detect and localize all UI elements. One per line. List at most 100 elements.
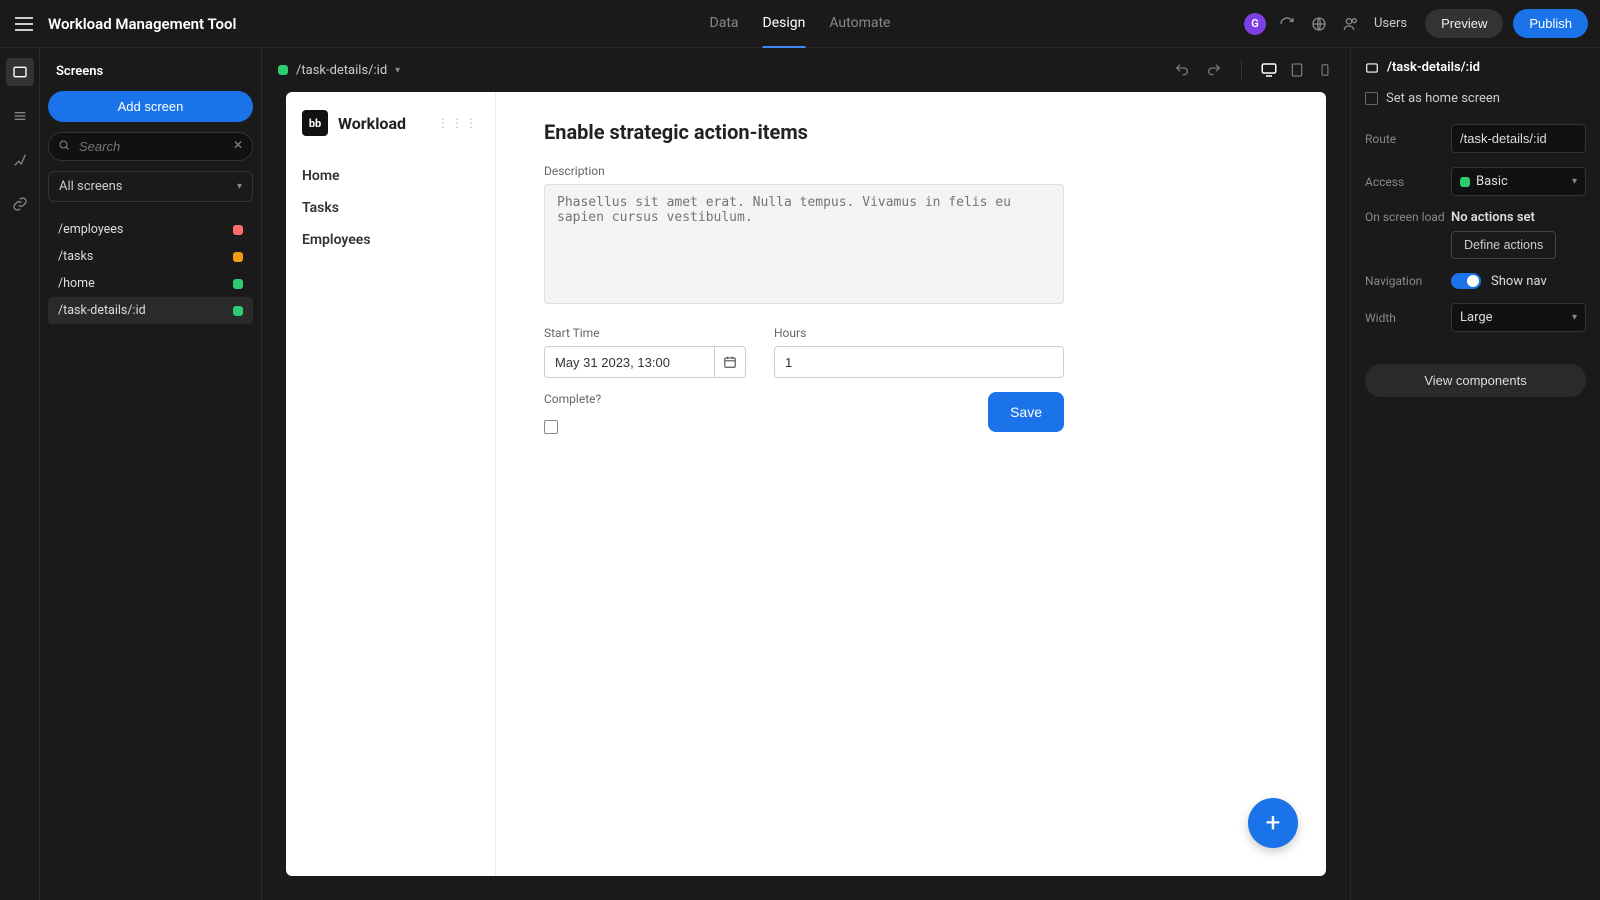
drag-handle-icon[interactable]: ⋮⋮⋮ — [437, 116, 479, 130]
globe-icon[interactable] — [1308, 13, 1330, 35]
toolbar-divider — [1241, 60, 1242, 80]
calendar-icon[interactable] — [714, 346, 746, 378]
rail-list-icon[interactable] — [6, 102, 34, 130]
chevron-down-icon: ▾ — [1572, 176, 1577, 187]
screen-item-label: /task-details/:id — [58, 303, 146, 318]
nav-employees[interactable]: Employees — [302, 224, 479, 256]
brand-logo: bb — [302, 110, 328, 136]
screen-item-dot — [233, 252, 243, 262]
inspector-panel: /task-details/:id Set as home screen Rou… — [1350, 48, 1600, 900]
tab-data[interactable]: Data — [710, 0, 739, 48]
show-nav-toggle[interactable] — [1451, 273, 1481, 289]
tab-automate[interactable]: Automate — [829, 0, 890, 48]
screens-panel-title: Screens — [48, 60, 253, 91]
users-icon[interactable] — [1340, 13, 1362, 35]
screen-item-employees[interactable]: /employees — [48, 216, 253, 243]
screens-filter-select[interactable]: All screens ▾ — [48, 171, 253, 202]
route-dot — [278, 65, 288, 75]
device-mobile-icon[interactable] — [1316, 61, 1334, 79]
users-label[interactable]: Users — [1374, 16, 1407, 31]
center-toolbar: /task-details/:id ▾ — [262, 48, 1350, 92]
brand-name: Workload — [338, 114, 406, 133]
top-bar: Workload Management Tool Data Design Aut… — [0, 0, 1600, 48]
design-canvas: bb Workload ⋮⋮⋮ Home Tasks Employees Ena… — [286, 92, 1326, 876]
chevron-down-icon: ▾ — [1572, 312, 1577, 323]
set-home-label: Set as home screen — [1386, 91, 1500, 106]
screens-filter-value: All screens — [59, 179, 123, 194]
inspector-header: /task-details/:id — [1365, 60, 1586, 75]
complete-checkbox[interactable] — [544, 420, 558, 434]
set-home-screen[interactable]: Set as home screen — [1365, 91, 1586, 106]
chevron-down-icon: ▾ — [395, 65, 400, 76]
width-select[interactable]: Large ▾ — [1451, 303, 1586, 332]
form-title: Enable strategic action-items — [544, 120, 1278, 144]
rail-link-icon[interactable] — [6, 190, 34, 218]
description-label: Description — [544, 164, 1278, 178]
access-prop-label: Access — [1365, 175, 1451, 189]
device-desktop-icon[interactable] — [1260, 61, 1278, 79]
screen-icon — [1365, 61, 1379, 75]
screen-item-dot — [233, 225, 243, 235]
screen-item-task-details[interactable]: /task-details/:id — [48, 297, 253, 324]
icon-rail — [0, 48, 40, 900]
avatar[interactable]: G — [1244, 13, 1266, 35]
redo-icon[interactable] — [1205, 61, 1223, 79]
undo-icon[interactable] — [1173, 61, 1191, 79]
screen-item-label: /tasks — [58, 249, 93, 264]
preview-button[interactable]: Preview — [1425, 9, 1503, 38]
no-actions-text: No actions set — [1451, 210, 1586, 225]
start-time-input[interactable] — [544, 346, 714, 378]
view-components-button[interactable]: View components — [1365, 364, 1586, 397]
inspector-route: /task-details/:id — [1387, 60, 1480, 75]
rail-theme-icon[interactable] — [6, 146, 34, 174]
center-area: /task-details/:id ▾ — [262, 48, 1350, 900]
complete-label: Complete? — [544, 392, 601, 406]
navigation-prop-label: Navigation — [1365, 274, 1451, 288]
app-title: Workload Management Tool — [48, 15, 236, 33]
show-nav-label: Show nav — [1491, 274, 1547, 289]
access-select[interactable]: Basic ▾ — [1451, 167, 1586, 196]
nav-tasks[interactable]: Tasks — [302, 192, 479, 224]
hours-label: Hours — [774, 326, 1064, 340]
screen-item-dot — [233, 279, 243, 289]
add-component-fab[interactable]: + — [1248, 798, 1298, 848]
route-prop-label: Route — [1365, 132, 1451, 146]
route-input[interactable] — [1451, 124, 1586, 153]
menu-icon[interactable] — [12, 12, 36, 36]
nav-home[interactable]: Home — [302, 160, 479, 192]
clear-search-icon[interactable]: ✕ — [233, 138, 243, 152]
device-tablet-icon[interactable] — [1288, 61, 1306, 79]
sync-icon[interactable] — [1276, 13, 1298, 35]
search-icon — [58, 139, 70, 151]
screens-search: ✕ — [48, 132, 253, 161]
set-home-checkbox[interactable] — [1365, 92, 1378, 105]
canvas-sidebar: bb Workload ⋮⋮⋮ Home Tasks Employees — [286, 92, 496, 876]
top-right: G Users Preview Publish — [1244, 9, 1588, 38]
access-dot — [1460, 177, 1470, 187]
screens-panel: Screens Add screen ✕ All screens ▾ /empl… — [40, 48, 262, 900]
screen-item-home[interactable]: /home — [48, 270, 253, 297]
current-route-text: /task-details/:id — [296, 63, 387, 78]
canvas-main: Enable strategic action-items Descriptio… — [496, 92, 1326, 876]
chevron-down-icon: ▾ — [237, 181, 242, 192]
add-screen-button[interactable]: Add screen — [48, 91, 253, 122]
rail-screens-icon[interactable] — [6, 58, 34, 86]
width-value: Large — [1460, 310, 1493, 325]
tab-design[interactable]: Design — [763, 0, 806, 48]
current-route-badge[interactable]: /task-details/:id ▾ — [278, 63, 400, 78]
width-prop-label: Width — [1365, 311, 1451, 325]
screen-list: /employees /tasks /home /task-details/:i… — [48, 216, 253, 324]
description-textarea[interactable] — [544, 184, 1064, 304]
screens-search-input[interactable] — [48, 132, 253, 161]
screen-item-dot — [233, 306, 243, 316]
publish-button[interactable]: Publish — [1513, 9, 1588, 38]
define-actions-button[interactable]: Define actions — [1451, 231, 1556, 259]
screen-item-label: /home — [58, 276, 95, 291]
hours-input[interactable] — [774, 346, 1064, 378]
screen-item-label: /employees — [58, 222, 123, 237]
screen-item-tasks[interactable]: /tasks — [48, 243, 253, 270]
save-button[interactable]: Save — [988, 392, 1064, 432]
top-tabs: Data Design Automate — [710, 0, 891, 48]
start-time-label: Start Time — [544, 326, 754, 340]
on-load-label: On screen load — [1365, 210, 1451, 224]
